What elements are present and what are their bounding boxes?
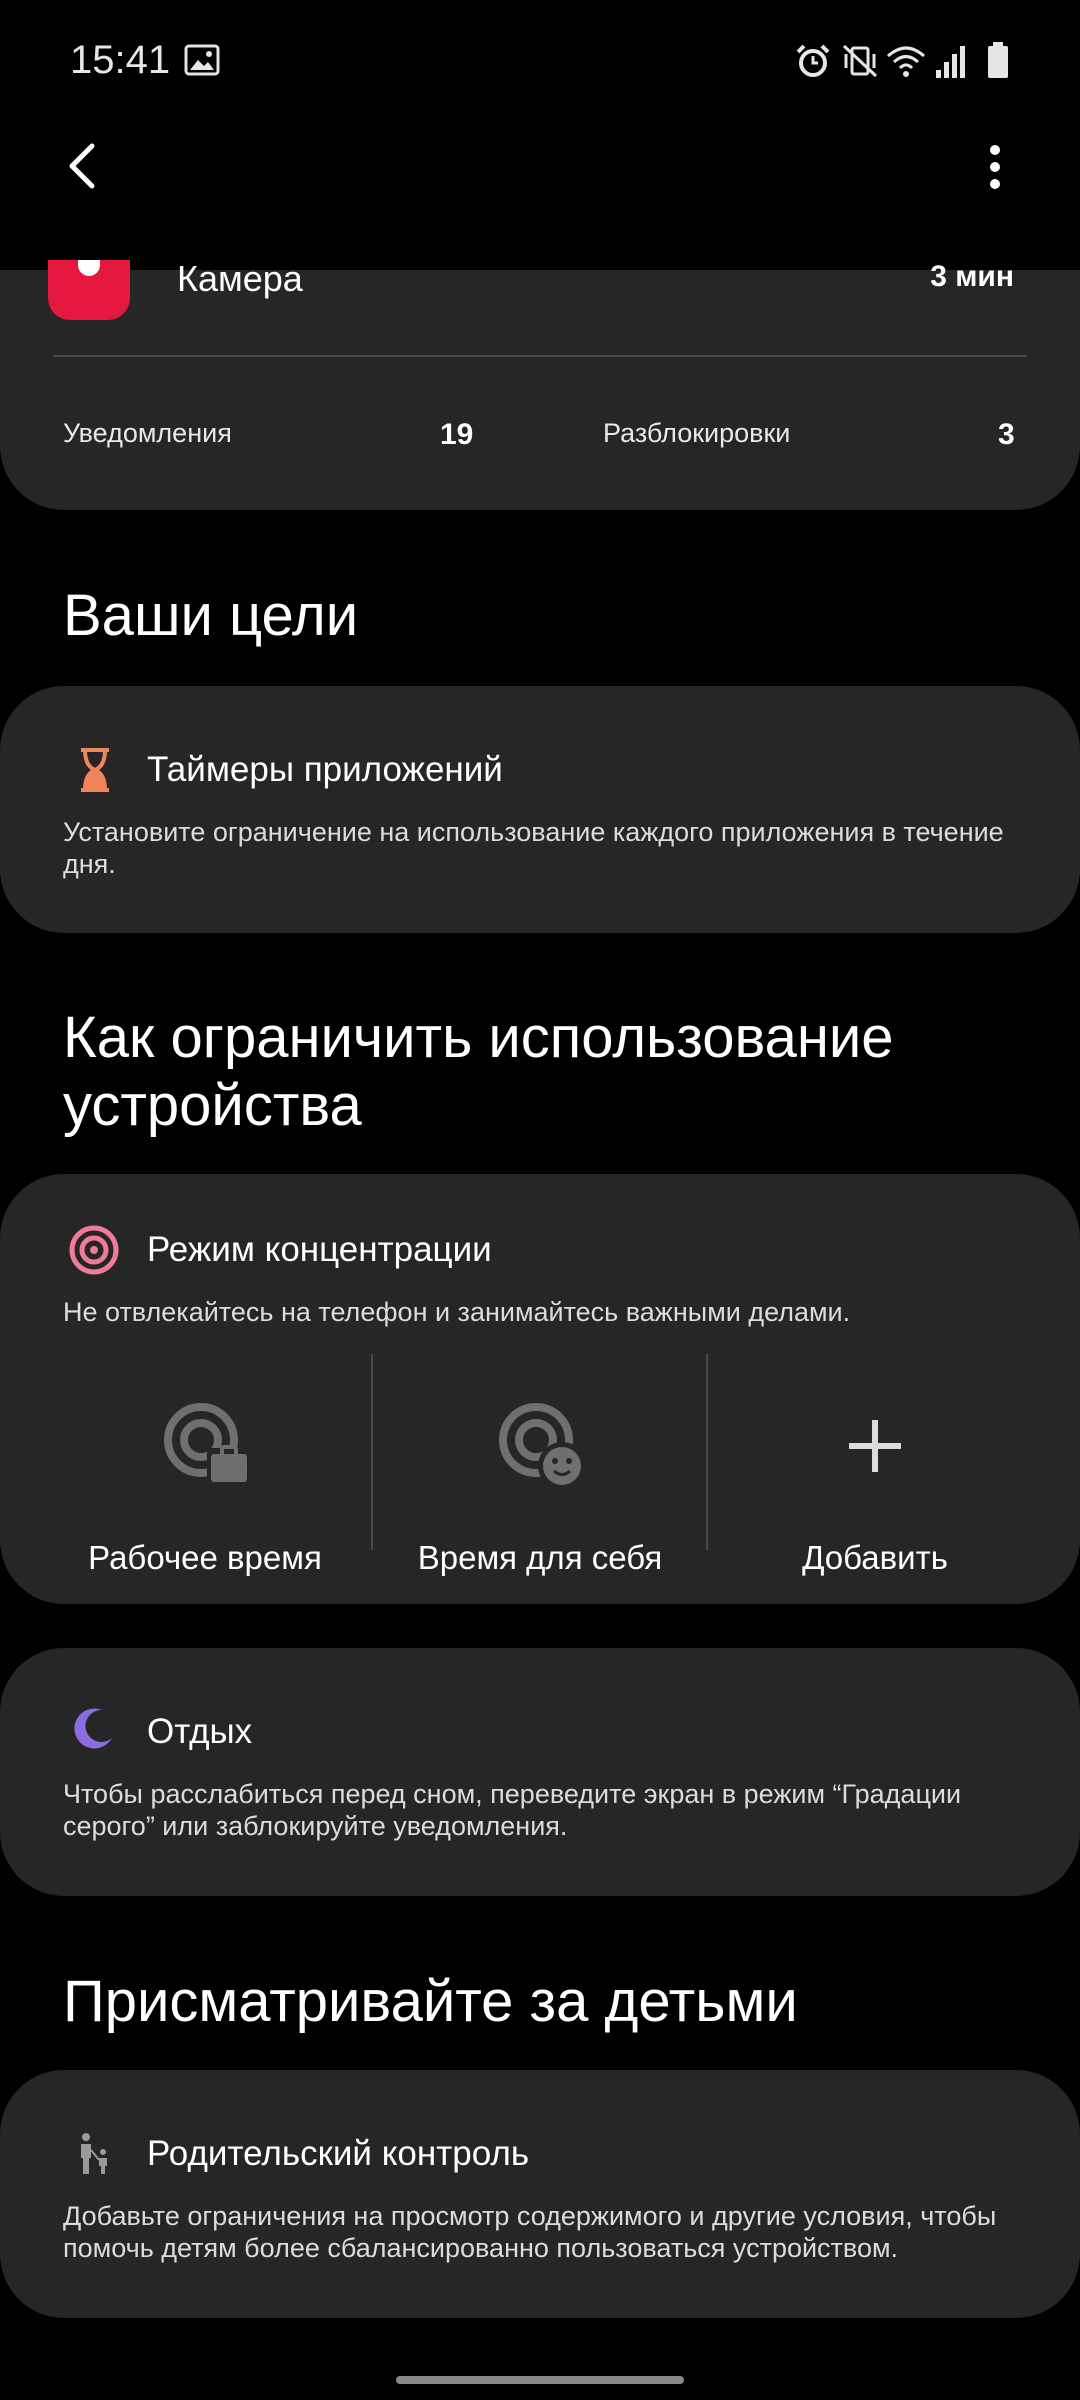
unlocks-count: 3 [998,418,1015,451]
wind-down-description: Чтобы расслабиться перед сном, переведит… [63,1779,962,1841]
notifications-count: 19 [440,418,474,451]
parental-controls-description: Добавьте ограничения на просмотр содержи… [63,2201,997,2263]
focus-work-time-option[interactable]: Рабочее время [45,1354,365,1594]
me-time-label: Время для себя [417,1539,663,1576]
limit-section-title: Как ограничить использование устройства [63,1005,894,1138]
back-icon[interactable] [62,140,102,192]
moon-icon [74,1708,112,1749]
parental-controls-card[interactable]: Родительский контроль Добавьте ограничен… [0,2070,1080,2318]
wifi-icon [887,46,925,77]
signal-icon [936,46,965,78]
app-timers-description: Установите ограничение на использование … [63,817,1004,879]
focus-mode-description: Не отвлекайтесь на телефон и занимайтесь… [63,1297,851,1327]
notifications-label: Уведомления [63,418,232,448]
focus-mode-icon [69,1225,119,1275]
focus-mode-title: Режим концентрации [147,1230,492,1269]
tile-divider [706,1354,708,1550]
parental-controls-title: Родительский контроль [147,2134,530,2173]
me-time-focus-icon [499,1403,586,1490]
battery-icon [988,42,1008,78]
work-time-label: Рабочее время [88,1539,322,1576]
add-focus-mode-option[interactable]: Добавить [715,1354,1035,1594]
status-time: 15:41 [70,38,171,82]
add-icon [849,1420,901,1472]
app-time: 3 мин [930,260,1014,293]
gallery-icon [184,44,220,76]
more-options-icon[interactable] [982,142,1008,192]
kids-section-title: Присматривайте за детьми [63,1969,798,2034]
hourglass-icon [81,748,109,792]
alarm-icon [796,44,830,77]
focus-me-time-option[interactable]: Время для себя [380,1354,700,1594]
goals-section-title: Ваши цели [63,583,359,648]
add-label: Добавить [802,1539,948,1576]
app-name: Камера [177,258,303,299]
focus-mode-card[interactable]: Режим концентрации Не отвлекайтесь на те… [0,1174,1080,1604]
app-timers-title: Таймеры приложений [147,750,503,789]
tile-divider [371,1354,373,1550]
gesture-handle[interactable] [396,2376,684,2384]
wind-down-title: Отдых [147,1712,253,1751]
camera-app-icon [48,260,130,320]
app-timers-card[interactable]: Таймеры приложений Установите ограничени… [0,686,1080,933]
wind-down-card[interactable]: Отдых Чтобы расслабиться перед сном, пер… [0,1648,1080,1896]
unlocks-label: Разблокировки [603,418,791,448]
work-focus-icon [164,1403,249,1482]
divider [53,355,1027,357]
camera-lens [78,260,100,276]
parent-child-icon [81,2133,107,2174]
status-bar: 15:41 [0,0,1080,120]
vibrate-mute-icon [842,44,878,78]
usage-card: Камера 3 мин Уведомления 19 Разблокировк… [0,258,1080,510]
